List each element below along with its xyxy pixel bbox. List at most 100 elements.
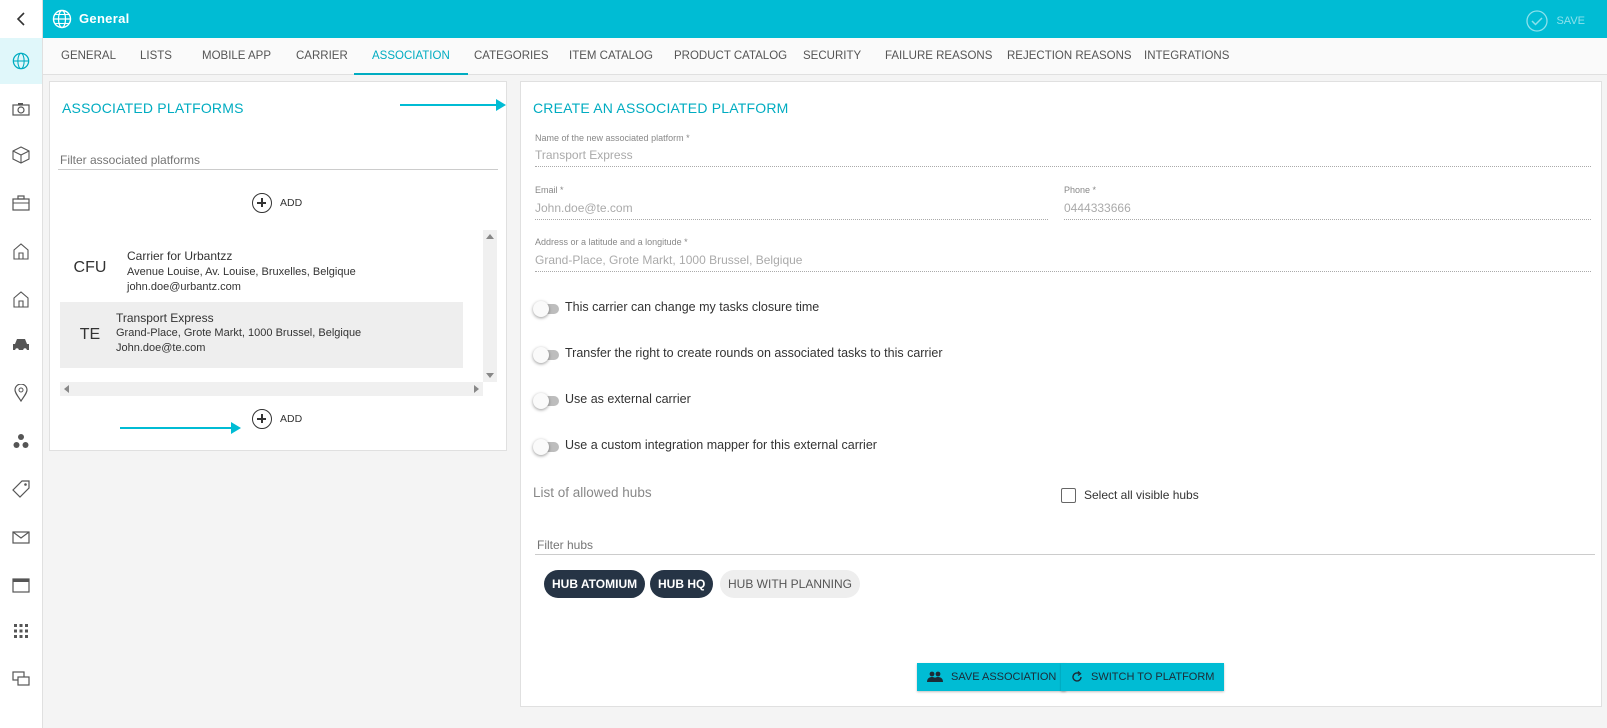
back-button[interactable] bbox=[0, 0, 43, 38]
list-item-selected[interactable]: TE Transport Express Grand-Place, Grote … bbox=[60, 302, 463, 368]
filter-hubs-input[interactable] bbox=[535, 535, 1595, 555]
phone-field-underline bbox=[1064, 219, 1591, 220]
sidebar-item-apps[interactable] bbox=[0, 608, 42, 654]
sidebar bbox=[0, 38, 43, 728]
tab-mobile-app[interactable]: MOBILE APP bbox=[184, 38, 289, 75]
header-save-button[interactable]: SAVE bbox=[1526, 10, 1585, 32]
associated-platforms-title: ASSOCIATED PLATFORMS bbox=[62, 100, 244, 116]
address-field-underline bbox=[535, 271, 1591, 272]
sidebar-item-cube[interactable] bbox=[0, 132, 42, 178]
sidebar-item-briefcase[interactable] bbox=[0, 180, 42, 226]
add-label: ADD bbox=[280, 197, 303, 209]
horizontal-scrollbar[interactable] bbox=[60, 382, 483, 396]
apps-grid-icon bbox=[14, 624, 28, 638]
filter-platforms-input[interactable] bbox=[58, 150, 498, 170]
create-platform-panel: CREATE AN ASSOCIATED PLATFORM Name of th… bbox=[520, 81, 1602, 707]
email-field-label: Email * bbox=[535, 185, 564, 195]
tab-categories[interactable]: CATEGORIES bbox=[456, 38, 567, 75]
sidebar-item-mail[interactable] bbox=[0, 514, 42, 560]
allowed-hubs-label: List of allowed hubs bbox=[533, 485, 652, 500]
sidebar-item-car[interactable] bbox=[0, 322, 42, 368]
toggle-transfer-rounds[interactable] bbox=[533, 347, 559, 363]
sidebar-item-house-2[interactable] bbox=[0, 276, 42, 322]
page-title: General bbox=[79, 11, 130, 26]
briefcase-icon bbox=[12, 195, 30, 211]
biohazard-icon bbox=[13, 434, 29, 448]
select-all-hubs-checkbox[interactable] bbox=[1061, 488, 1076, 503]
tab-integrations[interactable]: INTEGRATIONS bbox=[1126, 38, 1247, 75]
tab-association[interactable]: ASSOCIATION bbox=[354, 38, 468, 75]
create-platform-title: CREATE AN ASSOCIATED PLATFORM bbox=[533, 100, 789, 116]
chat-icon bbox=[12, 671, 30, 686]
location-pin-icon bbox=[14, 384, 28, 402]
phone-field[interactable]: 0444333666 bbox=[1064, 201, 1131, 215]
sidebar-item-camera[interactable] bbox=[0, 86, 42, 132]
sidebar-item-chat[interactable] bbox=[0, 656, 42, 702]
globe-icon bbox=[12, 52, 30, 70]
name-field-label: Name of the new associated platform * bbox=[535, 133, 690, 143]
tab-item-catalog[interactable]: ITEM CATALOG bbox=[551, 38, 671, 75]
add-label: ADD bbox=[280, 413, 303, 425]
tab-carrier[interactable]: CARRIER bbox=[278, 38, 366, 75]
sidebar-item-biohazard[interactable] bbox=[0, 418, 42, 464]
sidebar-item-general[interactable] bbox=[0, 38, 42, 84]
users-icon bbox=[927, 671, 943, 682]
phone-field-label: Phone * bbox=[1064, 185, 1097, 195]
tab-security[interactable]: SECURITY bbox=[785, 38, 879, 75]
tag-icon bbox=[12, 480, 30, 498]
toggle-external-carrier-label: Use as external carrier bbox=[565, 392, 691, 406]
toggle-custom-mapper-label: Use a custom integration mapper for this… bbox=[565, 438, 877, 452]
platform-name: Carrier for Urbantzz bbox=[127, 249, 233, 263]
toggle-custom-mapper[interactable] bbox=[533, 439, 559, 455]
check-circle-icon bbox=[1526, 10, 1549, 32]
sidebar-item-calendar[interactable] bbox=[0, 562, 42, 608]
address-field-label: Address or a latitude and a longitude * bbox=[535, 237, 688, 247]
toggle-closure-time[interactable] bbox=[533, 301, 559, 317]
tab-product-catalog[interactable]: PRODUCT CATALOG bbox=[656, 38, 805, 75]
name-field[interactable]: Transport Express bbox=[535, 148, 633, 162]
tab-general[interactable]: GENERAL bbox=[43, 38, 134, 75]
sidebar-item-tag[interactable] bbox=[0, 466, 42, 512]
switch-to-platform-button[interactable]: SWITCH TO PLATFORM bbox=[1061, 663, 1225, 691]
toggle-external-carrier[interactable] bbox=[533, 393, 559, 409]
calendar-icon bbox=[12, 578, 30, 593]
house-icon bbox=[13, 291, 29, 308]
header-save-label: SAVE bbox=[1556, 15, 1585, 27]
hub-chip-atomium[interactable]: HUB ATOMIUM bbox=[544, 570, 646, 598]
platform-address: Grand-Place, Grote Markt, 1000 Brussel, … bbox=[116, 327, 362, 339]
scroll-right-arrow-icon[interactable] bbox=[474, 385, 479, 393]
plus-circle-icon bbox=[252, 193, 272, 213]
email-field[interactable]: John.doe@te.com bbox=[535, 201, 633, 215]
plus-circle-icon bbox=[252, 409, 272, 429]
scroll-up-arrow-icon[interactable] bbox=[486, 234, 494, 239]
scroll-left-arrow-icon[interactable] bbox=[64, 385, 69, 393]
list-item[interactable]: CFU Carrier for Urbantzz Avenue Louise, … bbox=[60, 237, 463, 303]
envelope-icon bbox=[12, 531, 30, 544]
associated-platforms-panel: ASSOCIATED PLATFORMS ADD CFU Carrier for… bbox=[49, 81, 507, 451]
add-platform-button-bottom[interactable]: ADD bbox=[252, 409, 302, 429]
toggle-closure-time-label: This carrier can change my tasks closure… bbox=[565, 300, 820, 314]
add-platform-button-top[interactable]: ADD bbox=[252, 193, 302, 213]
tab-bar: GENERAL LISTS MOBILE APP CARRIER ASSOCIA… bbox=[43, 38, 1607, 75]
address-field[interactable]: Grand-Place, Grote Markt, 1000 Brussel, … bbox=[535, 253, 802, 267]
hub-chip-hq[interactable]: HUB HQ bbox=[650, 570, 714, 598]
platform-name: Transport Express bbox=[116, 311, 214, 325]
tab-lists[interactable]: LISTS bbox=[122, 38, 190, 75]
platform-list: CFU Carrier for Urbantzz Avenue Louise, … bbox=[60, 230, 492, 390]
email-field-underline bbox=[535, 219, 1048, 220]
save-association-button[interactable]: SAVE ASSOCIATION bbox=[917, 663, 1067, 691]
refresh-icon bbox=[1072, 671, 1082, 682]
annotation-arrow-icon bbox=[400, 99, 506, 111]
sidebar-item-location[interactable] bbox=[0, 370, 42, 416]
hub-chip-with-planning[interactable]: HUB WITH PLANNING bbox=[720, 570, 861, 598]
sidebar-item-house[interactable] bbox=[0, 228, 42, 274]
vertical-scrollbar[interactable] bbox=[483, 230, 497, 382]
scroll-down-arrow-icon[interactable] bbox=[486, 373, 494, 378]
cube-icon bbox=[12, 146, 30, 164]
platform-abbr: TE bbox=[79, 326, 101, 343]
platform-email: john.doe@urbantz.com bbox=[127, 281, 241, 293]
globe-icon bbox=[52, 9, 72, 34]
save-association-label: SAVE ASSOCIATION bbox=[951, 671, 1057, 683]
annotation-arrow-icon bbox=[120, 422, 241, 434]
toggle-transfer-rounds-label: Transfer the right to create rounds on a… bbox=[565, 346, 943, 360]
